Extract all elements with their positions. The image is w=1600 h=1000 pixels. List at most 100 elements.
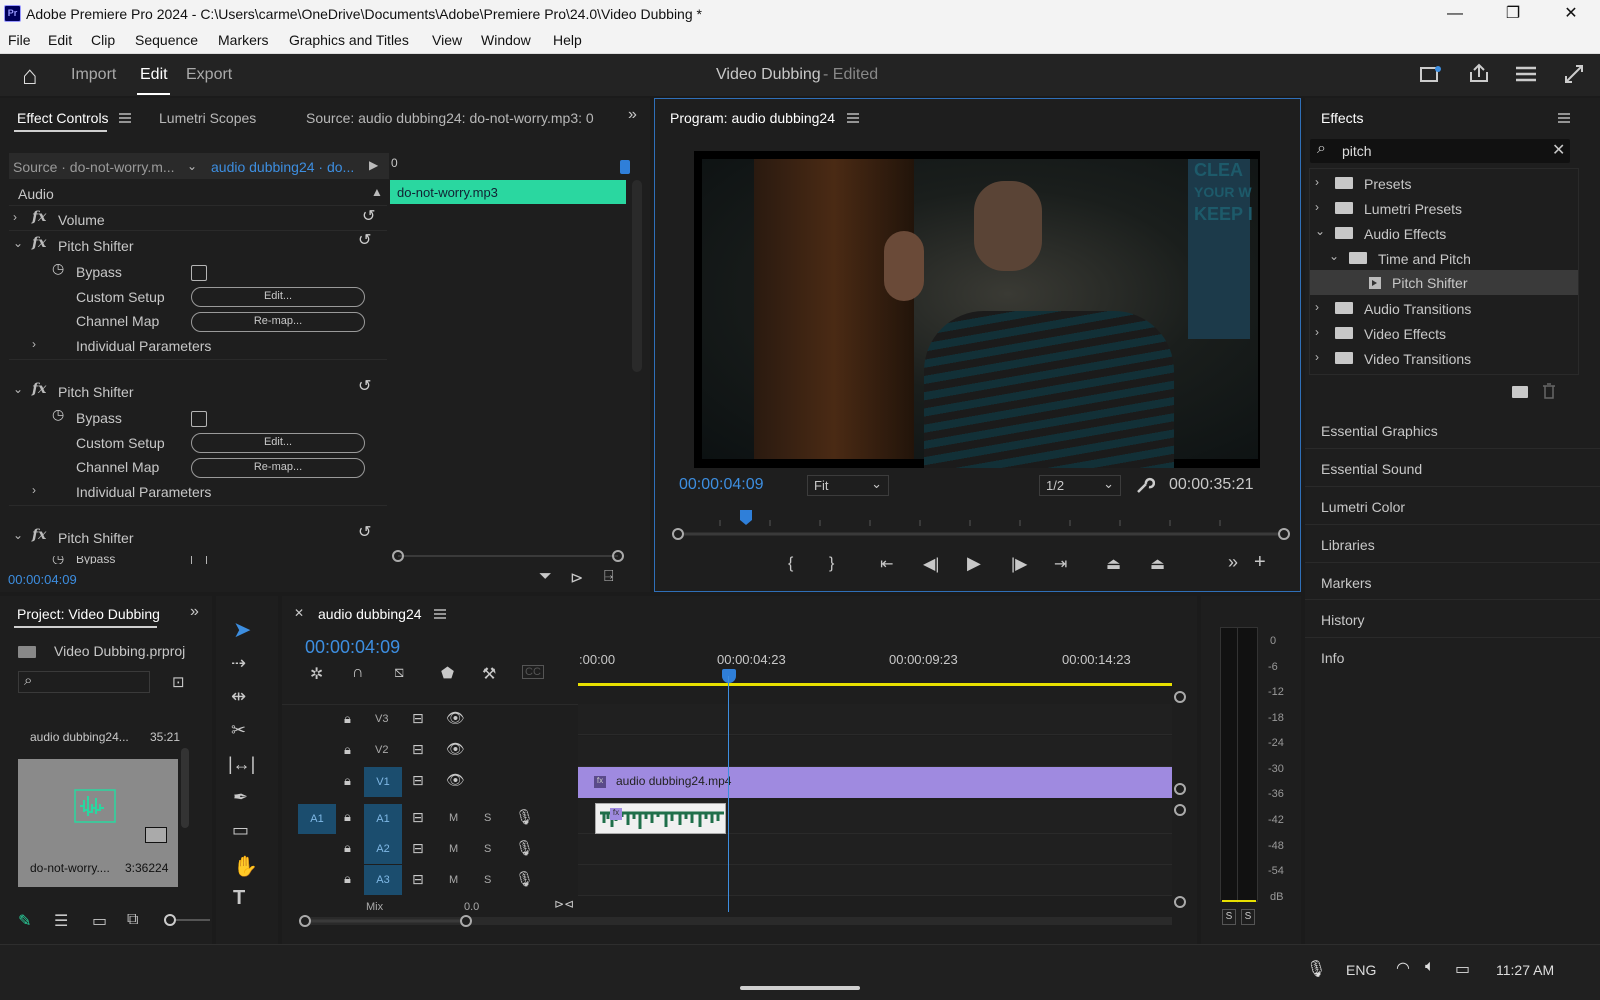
markers-title[interactable]: Markers (1321, 575, 1372, 591)
ec-scrollbar[interactable] (632, 180, 642, 372)
eye-icon[interactable]: 👁︎ (446, 771, 465, 789)
sync-lock-icon[interactable]: ⊟ (412, 772, 424, 789)
track-a3-lane[interactable] (578, 865, 1172, 896)
play-clip-icon[interactable]: ▶ (369, 158, 378, 172)
microphone-icon[interactable]: 🎙︎ (515, 870, 534, 888)
collapse-chevron-icon[interactable]: ⌄ (1329, 249, 1339, 263)
fullscreen-icon[interactable] (1564, 64, 1584, 84)
tree-audio-effects[interactable]: Audio Effects (1364, 226, 1446, 242)
panel-menu-icon[interactable] (434, 609, 446, 619)
fit-dropdown[interactable]: Fit ⌄ (807, 475, 889, 496)
mark-in-icon[interactable]: { (788, 555, 793, 573)
menu-window[interactable]: Window (481, 32, 531, 48)
pencil-icon[interactable]: ✎ (18, 911, 31, 931)
solo-button[interactable]: S (484, 812, 491, 824)
lock-icon[interactable]: 🔒︎ (344, 809, 351, 825)
tab-source[interactable]: Source: audio dubbing24: do-not-worry.mp… (306, 110, 594, 126)
track-v2-lane[interactable] (578, 736, 1172, 767)
expand-chevron-icon[interactable]: › (1315, 325, 1319, 339)
tab-edit[interactable]: Edit (140, 66, 168, 84)
edit-button[interactable]: Edit... (191, 287, 365, 307)
overflow-chevron-icon[interactable]: » (190, 603, 199, 621)
bypass-checkbox[interactable] (191, 265, 207, 281)
effects-search-input[interactable]: pitch (1342, 143, 1372, 159)
language-indicator[interactable]: ENG (1346, 962, 1376, 978)
clear-search-icon[interactable]: ✕ (1552, 140, 1565, 160)
mix-end-icon[interactable]: ⊳⊲ (554, 897, 574, 911)
effect-pitch-shifter-1[interactable]: Pitch Shifter (58, 238, 133, 254)
solo-right-button[interactable]: S (1241, 909, 1255, 925)
video-frame[interactable]: CLEA YOUR W KEEP I (694, 151, 1260, 468)
icon-view-icon[interactable]: ▭ (92, 911, 107, 931)
microphone-icon[interactable]: 🎙︎ (1306, 959, 1326, 979)
lock-icon[interactable]: 🔒︎ (344, 711, 351, 727)
ec-source-label[interactable]: Source · do-not-worry.m... (13, 159, 175, 175)
overflow-chevron-icon[interactable]: » (628, 106, 637, 124)
workspaces-icon[interactable] (1515, 65, 1537, 83)
eye-icon[interactable]: 👁︎ (446, 709, 465, 727)
project-scrollbar[interactable] (181, 748, 189, 828)
info-panel[interactable]: Info (1305, 638, 1600, 944)
go-to-in-icon[interactable]: ⇤ (880, 554, 893, 574)
collapse-chevron-icon[interactable]: ⌄ (13, 528, 23, 542)
expand-chevron-icon[interactable]: › (13, 210, 17, 224)
home-icon[interactable]: ⌂ (22, 60, 38, 91)
volume-icon[interactable]: 🔈︎ (1425, 958, 1435, 976)
microphone-icon[interactable]: 🎙︎ (515, 808, 534, 826)
menu-markers[interactable]: Markers (218, 32, 269, 48)
info-title[interactable]: Info (1321, 650, 1344, 666)
menu-graphics-and-titles[interactable]: Graphics and Titles (289, 32, 409, 48)
essential-graphics-panel[interactable]: Essential Graphics (1305, 411, 1600, 449)
collapse-chevron-icon[interactable]: ⌄ (13, 382, 23, 396)
zoom-slider[interactable] (164, 914, 210, 926)
filter-icon[interactable]: ⏷ (539, 568, 552, 586)
wrench-icon[interactable] (1135, 475, 1155, 495)
chevron-down-icon[interactable]: ⌄ (187, 159, 197, 173)
timeline-playhead-handle[interactable] (722, 669, 736, 683)
new-bin-icon[interactable] (1512, 386, 1528, 398)
close-button[interactable]: ✕ (1542, 0, 1600, 28)
fx-badge-icon[interactable]: fx (32, 209, 46, 225)
effect-pitch-shifter-2[interactable]: Pitch Shifter (58, 384, 133, 400)
lock-icon[interactable]: 🔒︎ (344, 773, 351, 789)
individual-parameters[interactable]: Individual Parameters (76, 338, 211, 354)
collapse-chevron-icon[interactable]: ⌄ (1315, 224, 1325, 238)
tree-audio-transitions[interactable]: Audio Transitions (1364, 301, 1471, 317)
minimize-button[interactable]: — (1426, 0, 1484, 28)
ec-timecode[interactable]: 00:00:04:09 (8, 572, 77, 587)
new-search-bin-icon[interactable]: ⊡ (172, 673, 185, 691)
mute-button[interactable]: M (449, 874, 458, 886)
menu-edit[interactable]: Edit (48, 32, 72, 48)
step-back-icon[interactable]: ◀| (923, 554, 939, 574)
video-clip[interactable]: fx audio dubbing24.mp4 (578, 767, 1172, 798)
timeline-settings-icon[interactable]: ⚒ (482, 664, 496, 684)
close-sequence-icon[interactable]: ✕ (294, 606, 304, 620)
trash-icon[interactable] (1542, 383, 1556, 399)
selection-tool-icon[interactable]: ➤ (233, 617, 251, 643)
audio-clip[interactable]: fx (595, 803, 726, 834)
ec-zoom-scroll[interactable] (390, 550, 626, 562)
sync-lock-icon[interactable]: ⊟ (412, 871, 424, 888)
tab-export[interactable]: Export (186, 66, 232, 84)
lock-icon[interactable]: 🔒︎ (344, 840, 351, 856)
list-view-icon[interactable]: ☰ (54, 911, 68, 931)
panel-menu-icon[interactable] (847, 113, 859, 123)
stopwatch-icon[interactable]: ◷ (52, 406, 64, 423)
mute-button[interactable]: M (449, 812, 458, 824)
expand-chevron-icon[interactable]: › (1315, 350, 1319, 364)
libraries-panel[interactable]: Libraries (1305, 525, 1600, 563)
mark-out-icon[interactable]: } (829, 555, 834, 573)
vertical-zoom-handles[interactable] (1172, 690, 1188, 912)
captions-icon[interactable]: CC (522, 665, 544, 679)
project-search-input[interactable] (18, 671, 150, 693)
expand-chevron-icon[interactable]: › (1315, 175, 1319, 189)
tree-video-transitions[interactable]: Video Transitions (1364, 351, 1471, 367)
quick-export-icon[interactable] (1420, 66, 1442, 84)
hand-tool-icon[interactable]: ✋ (233, 854, 258, 879)
linked-selection-icon[interactable]: ⧅ (394, 664, 404, 682)
freeform-view-icon[interactable]: ⧉ (127, 911, 138, 929)
solo-button[interactable]: S (484, 874, 491, 886)
program-scrubber[interactable] (670, 510, 1292, 540)
lumetri-color-title[interactable]: Lumetri Color (1321, 499, 1405, 515)
home-indicator[interactable] (740, 986, 860, 990)
